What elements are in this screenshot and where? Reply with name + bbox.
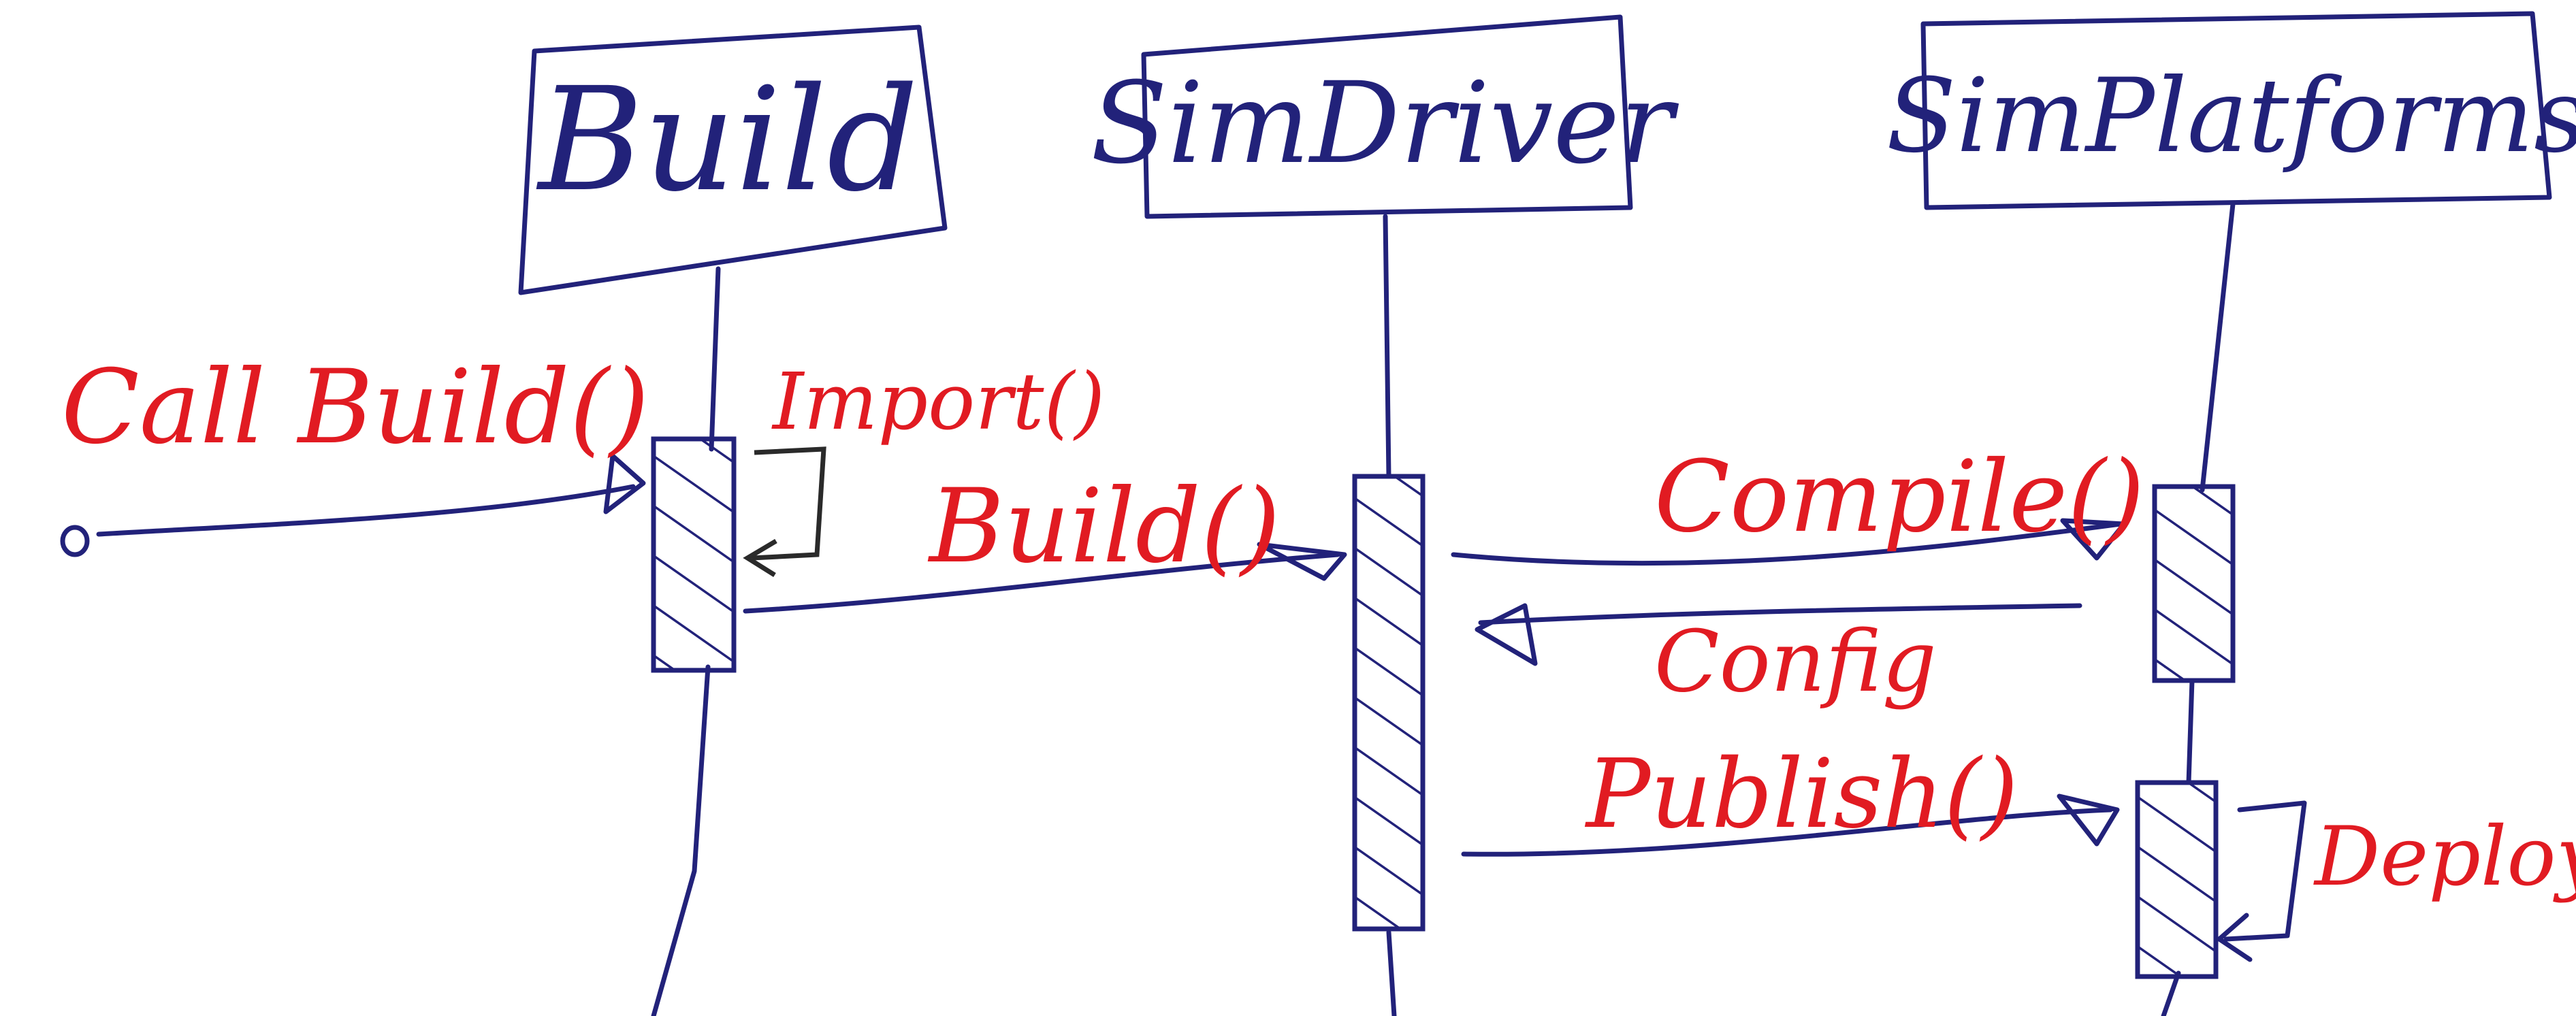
message-label: Build() — [927, 468, 1281, 586]
activation-bar — [1352, 474, 1426, 932]
message-label: Config — [1654, 612, 1937, 711]
participant-label: SimPlatforms — [1886, 57, 2576, 176]
activation-bar — [2135, 780, 2219, 979]
message-label: Deploy() — [2313, 810, 2576, 904]
message-arrow — [96, 484, 636, 537]
arrow-head — [1475, 603, 1538, 666]
message-build: Build() — [743, 468, 1347, 614]
activation-bar — [651, 436, 737, 673]
participant-build: Build — [518, 24, 948, 1016]
message-config: Config — [1475, 603, 2082, 711]
self-call-arrow — [2223, 800, 2307, 942]
start-dot — [60, 525, 90, 557]
activation-bar — [2152, 484, 2236, 683]
message-label: Call Build() — [61, 348, 649, 467]
message-publish: Publish() — [1461, 739, 2120, 857]
participant-label: SimDriver — [1091, 58, 1679, 189]
message-label: Compile() — [1654, 440, 2144, 555]
message-label: Publish() — [1584, 739, 2018, 850]
self-call-arrow — [752, 446, 826, 561]
participant-label: Build — [536, 56, 918, 223]
message-label: Import() — [771, 357, 1105, 448]
arrow-head — [2057, 793, 2120, 847]
message-call-build: Call Build() — [60, 348, 649, 557]
sequence-diagram: Build SimDriver SimPlatforms Call Build(… — [60, 11, 2576, 1016]
message-compile: Compile() — [1451, 440, 2144, 566]
message-deploy: Deploy() — [2217, 800, 2576, 962]
